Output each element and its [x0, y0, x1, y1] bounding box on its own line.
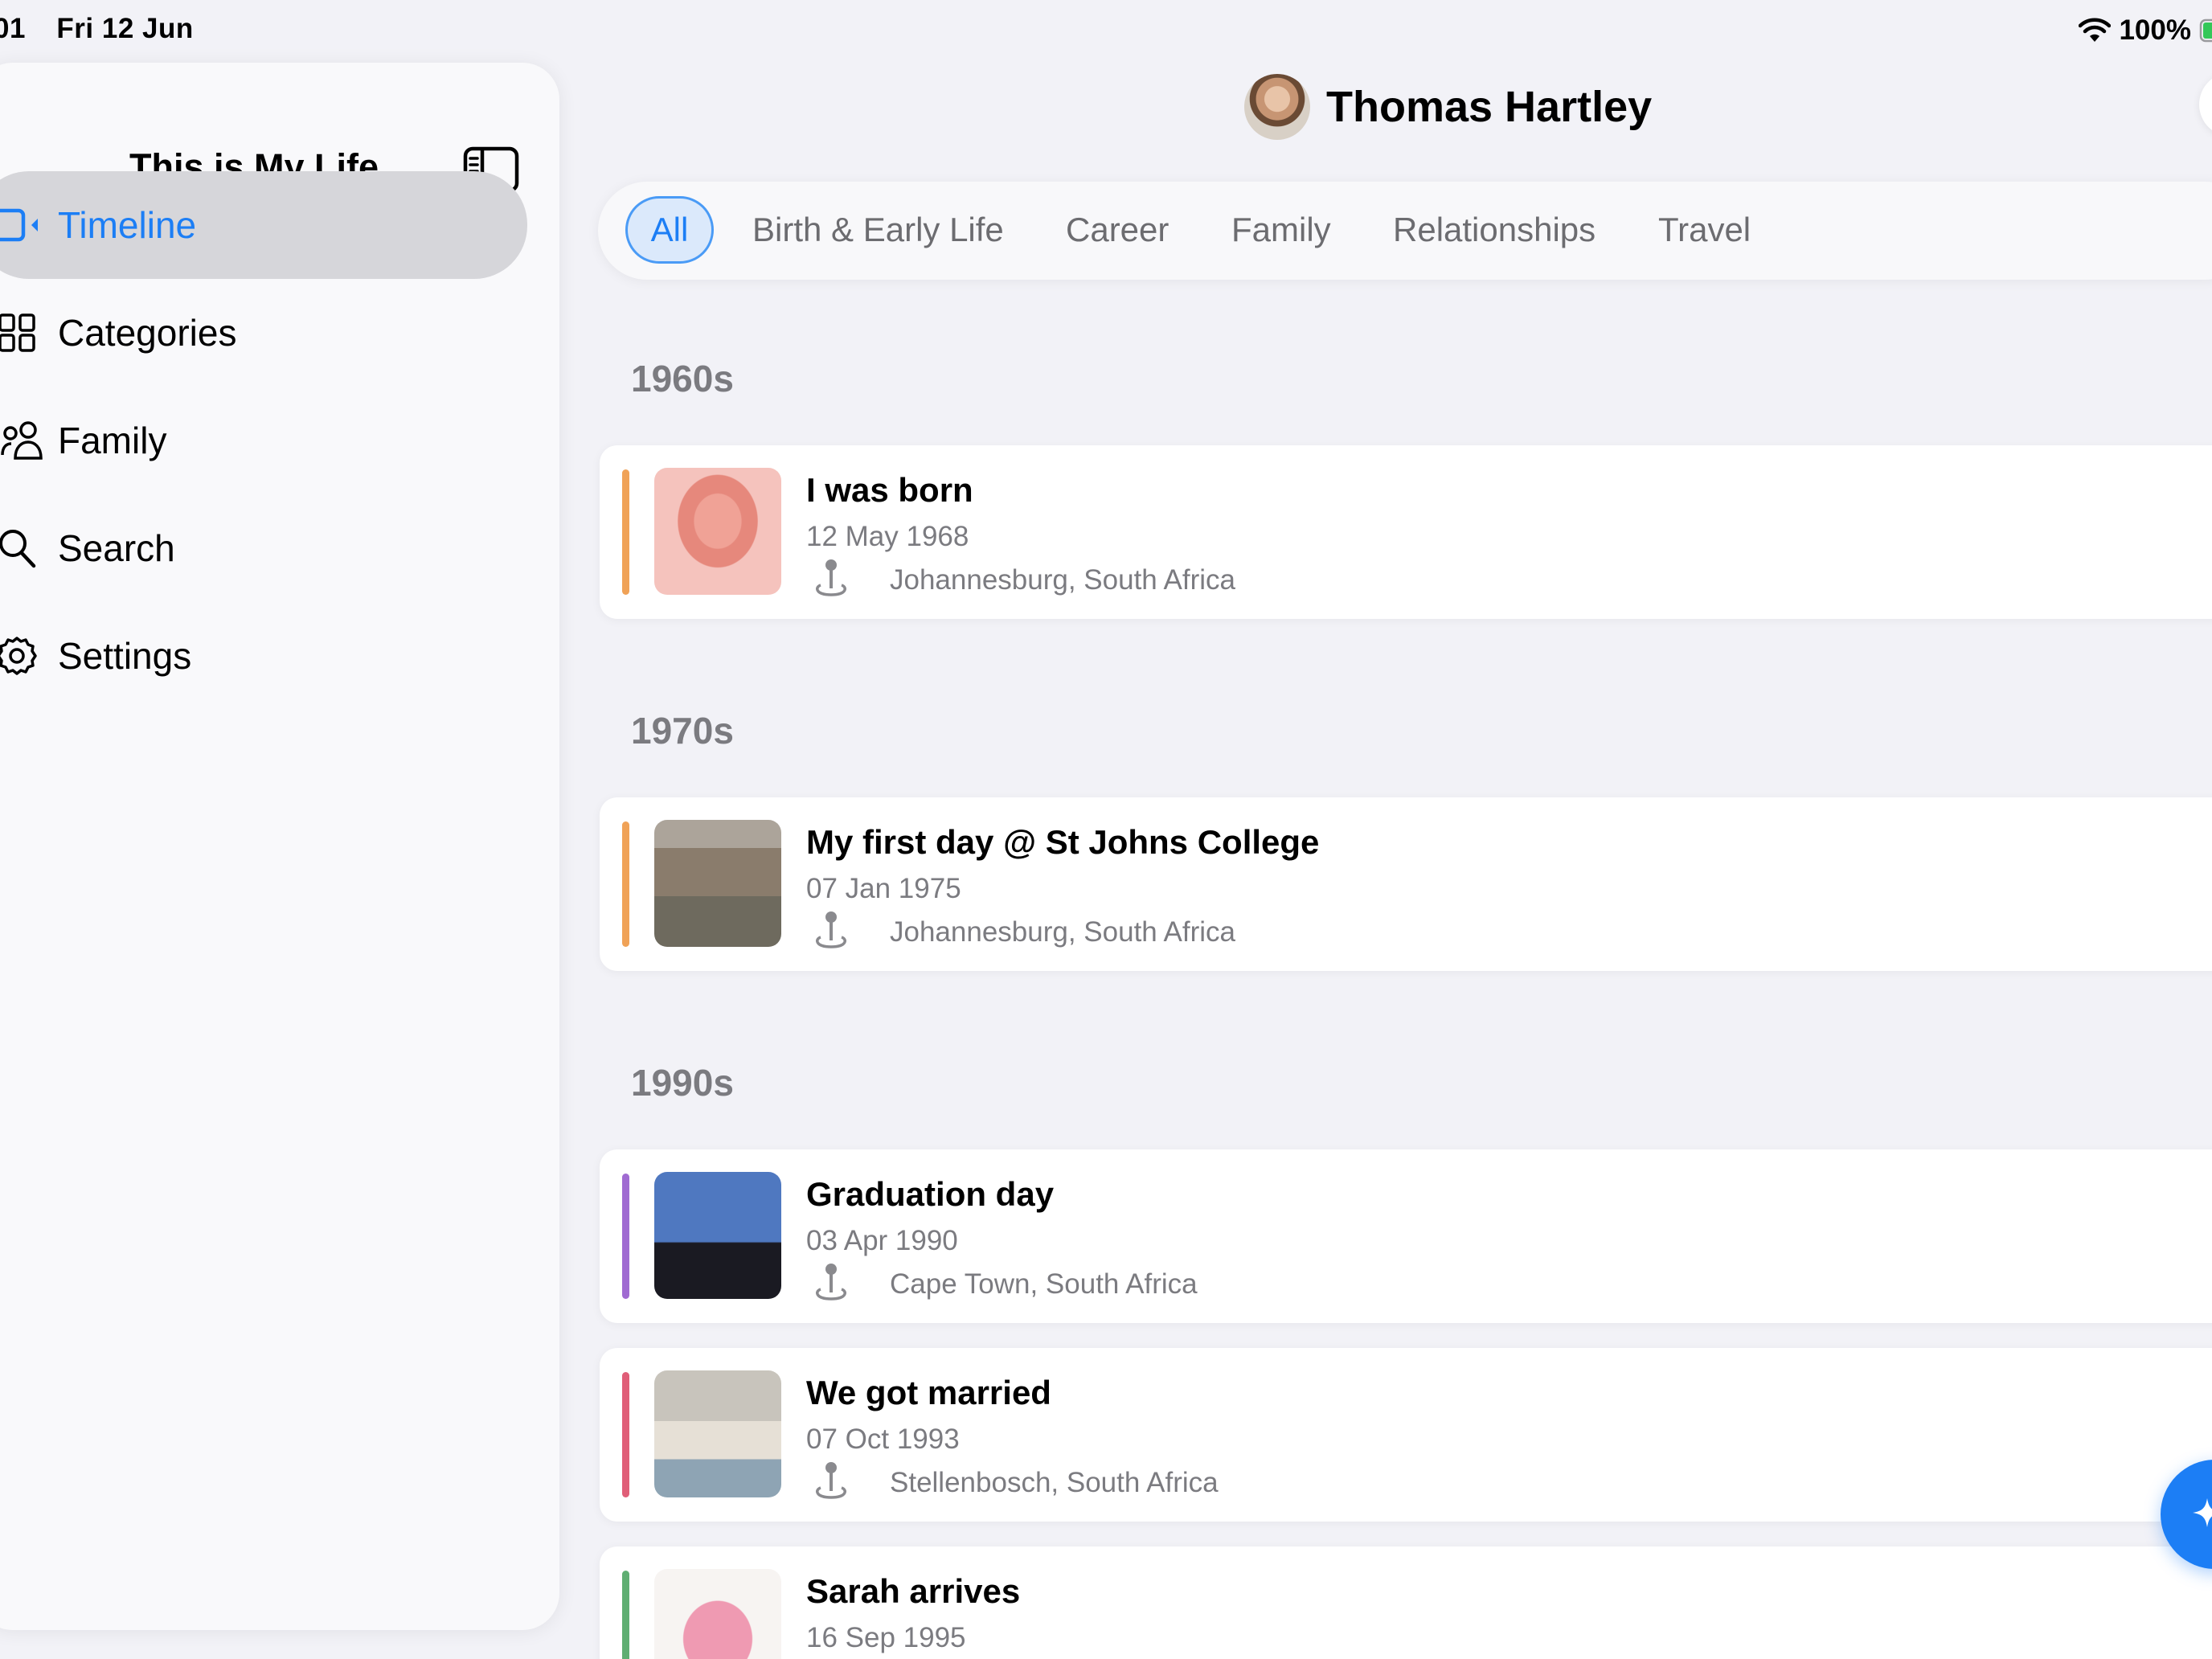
wifi-icon	[2079, 18, 2112, 42]
sidebar-item-timeline[interactable]: Timeline	[0, 171, 527, 279]
filter-chip-travel[interactable]: Travel	[1658, 196, 1751, 264]
app-root: 01 Fri 12 Jun 100% This is My Life Timel…	[0, 0, 2212, 1659]
event-date: 07 Jan 1975	[806, 873, 961, 904]
category-color-bar	[622, 1571, 629, 1659]
event-card-graduation-day[interactable]: Graduation day 03 Apr 1990 Cape Town, So…	[600, 1149, 2212, 1323]
sidebar-item-label: Search	[58, 527, 175, 569]
event-photo	[654, 1172, 781, 1299]
decade-header-1990s: 1990s	[631, 1062, 734, 1104]
status-time: 01	[0, 13, 26, 44]
sidebar: This is My Life Timeline Categories Fami…	[0, 63, 559, 1630]
event-date: 12 May 1968	[806, 521, 969, 552]
timeline-icon	[0, 208, 38, 242]
category-color-bar	[622, 469, 629, 595]
sidebar-item-search[interactable]: Search	[0, 494, 559, 602]
event-card-first-day-st-johns[interactable]: My first day @ St Johns College 07 Jan 1…	[600, 797, 2212, 971]
sidebar-item-label: Settings	[58, 635, 192, 677]
category-color-bar	[622, 1372, 629, 1497]
event-location: Johannesburg, South Africa	[890, 916, 1236, 948]
location-pin-icon	[816, 1264, 846, 1301]
decade-header-1970s: 1970s	[631, 710, 734, 752]
avatar[interactable]	[1244, 74, 1310, 140]
sidebar-item-settings[interactable]: Settings	[0, 602, 559, 710]
gear-icon	[0, 637, 37, 675]
event-card-i-was-born[interactable]: I was born 12 May 1968 Johannesburg, Sou…	[600, 445, 2212, 619]
sidebar-nav: Timeline Categories Family Search Settin…	[0, 171, 559, 710]
event-location: Cape Town, South Africa	[890, 1268, 1198, 1300]
search-icon	[0, 530, 36, 568]
location-pin-icon	[816, 559, 846, 596]
event-title: We got married	[806, 1374, 1051, 1411]
event-title: I was born	[806, 471, 973, 509]
sidebar-item-family[interactable]: Family	[0, 387, 559, 494]
sidebar-item-label: Categories	[58, 312, 237, 354]
event-card-we-got-married[interactable]: We got married 07 Oct 1993 Stellenbosch,…	[600, 1348, 2212, 1522]
category-color-bar	[622, 821, 629, 947]
event-location: Johannesburg, South Africa	[890, 564, 1236, 596]
category-color-bar	[622, 1174, 629, 1299]
event-location: Stellenbosch, South Africa	[890, 1467, 1219, 1498]
sidebar-item-label: Timeline	[58, 204, 197, 246]
decade-header-1960s: 1960s	[631, 358, 734, 399]
category-filter-bar: All Birth & Early Life Career Family Rel…	[598, 182, 2212, 280]
filter-chip-family[interactable]: Family	[1231, 196, 1331, 264]
status-time-date: 01 Fri 12 Jun	[0, 13, 194, 45]
event-card-sarah-arrives[interactable]: Sarah arrives 16 Sep 1995	[600, 1546, 2212, 1659]
status-date: Fri 12 Jun	[56, 13, 194, 44]
event-photo	[654, 820, 781, 947]
event-title: My first day @ St Johns College	[806, 823, 1320, 861]
event-photo	[654, 1569, 781, 1659]
event-title: Sarah arrives	[806, 1572, 1021, 1610]
event-photo	[654, 1370, 781, 1497]
filter-chip-career[interactable]: Career	[1066, 196, 1169, 264]
status-bar: 01 Fri 12 Jun 100%	[0, 0, 2212, 64]
filter-chip-all[interactable]: All	[625, 196, 714, 264]
filter-chip-birth-early-life[interactable]: Birth & Early Life	[752, 196, 1004, 264]
event-date: 07 Oct 1993	[806, 1423, 960, 1455]
event-date: 03 Apr 1990	[806, 1225, 958, 1256]
sparkle-icon	[2193, 1498, 2212, 1527]
profile-name: Thomas Hartley	[1326, 83, 1653, 131]
people-icon	[1, 421, 43, 460]
location-pin-icon	[816, 911, 846, 948]
event-title: Graduation day	[806, 1175, 1055, 1213]
filter-chip-relationships[interactable]: Relationships	[1393, 196, 1596, 264]
location-pin-icon	[816, 1462, 846, 1499]
battery-icon	[2199, 18, 2212, 43]
grid-icon	[0, 313, 35, 352]
sidebar-item-label: Family	[58, 420, 167, 461]
status-indicators: 100%	[2079, 13, 2212, 48]
event-photo	[654, 468, 781, 595]
battery-percent: 100%	[2119, 14, 2191, 46]
event-date: 16 Sep 1995	[806, 1622, 966, 1653]
header-action-button[interactable]	[2199, 72, 2212, 137]
sidebar-item-categories[interactable]: Categories	[0, 279, 559, 387]
